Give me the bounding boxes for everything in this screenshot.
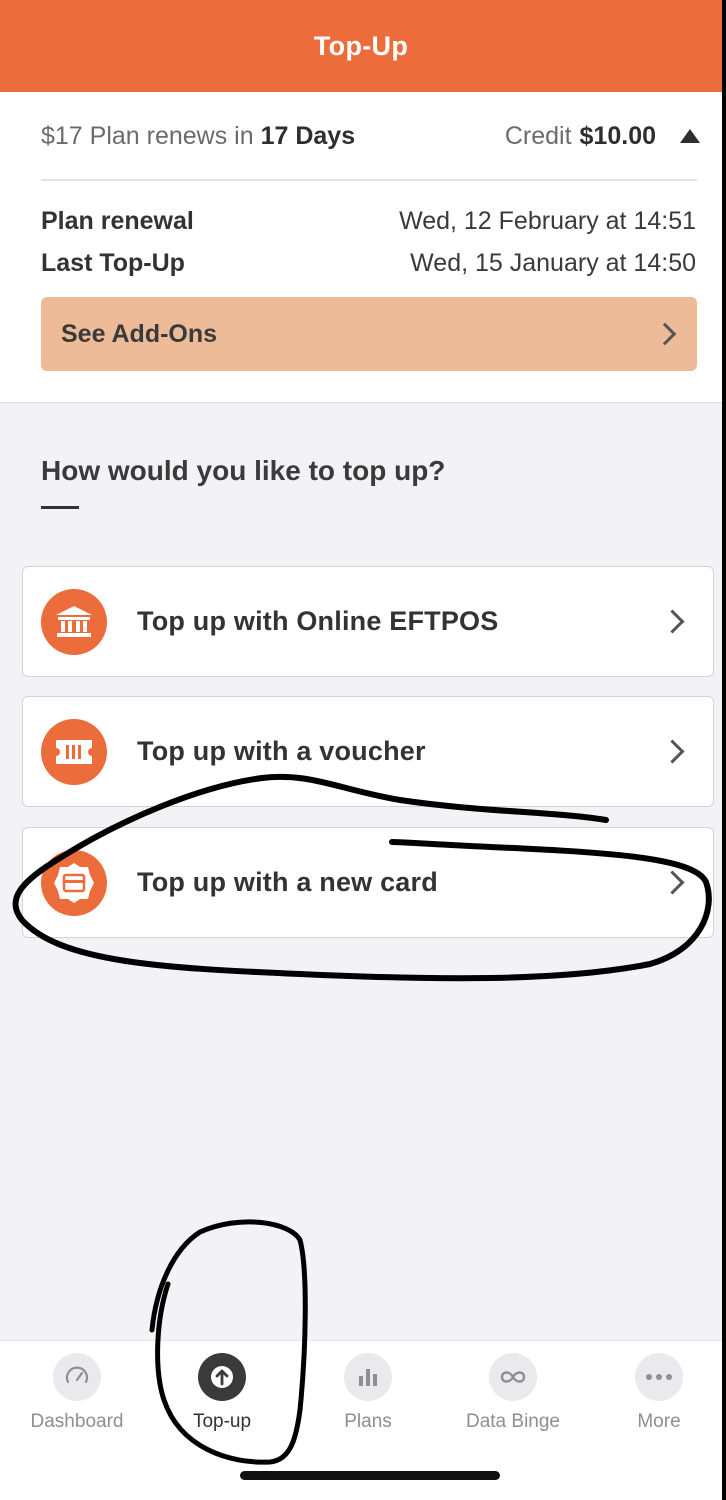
topup-option-eftpos[interactable]: Top up with Online EFTPOS <box>22 566 714 677</box>
topup-option-voucher[interactable]: Top up with a voucher <box>22 696 714 807</box>
last-topup-label: Last Top-Up <box>41 248 185 277</box>
bank-icon <box>41 588 107 655</box>
home-indicator <box>240 1471 500 1480</box>
topup-option-eftpos-label: Top up with Online EFTPOS <box>137 606 499 636</box>
plan-summary-card: $17 Plan renews in 17 Days Credit $10.00… <box>0 92 722 403</box>
voucher-icon <box>41 718 107 785</box>
last-topup-value: Wed, 15 January at 14:50 <box>410 248 696 277</box>
credit-label: Credit <box>504 121 572 150</box>
collapse-caret-icon[interactable] <box>680 129 700 143</box>
credit-display[interactable]: Credit $10.00 <box>505 122 700 151</box>
chevron-right-icon <box>660 609 685 634</box>
topup-option-voucher-label: Top up with a voucher <box>137 736 426 766</box>
see-addons-button[interactable]: See Add-Ons <box>41 297 697 371</box>
see-addons-label: See Add-Ons <box>61 319 218 348</box>
last-topup-row: Last Top-Up Wed, 15 January at 14:50 <box>41 246 696 280</box>
chevron-right-icon <box>660 739 685 764</box>
chevron-right-icon <box>653 322 677 346</box>
card-icon <box>41 849 107 916</box>
tab-dashboard-label: Dashboard <box>30 1411 124 1432</box>
tab-data-binge-label: Data Binge <box>465 1411 560 1432</box>
plan-renewal-value: Wed, 12 February at 14:51 <box>399 206 696 235</box>
tab-top-up[interactable]: Top-up <box>157 1353 287 1433</box>
tab-data-binge[interactable]: Data Binge <box>448 1353 578 1433</box>
infinity-icon <box>489 1353 537 1401</box>
plan-renews-prefix: $17 Plan renews in <box>41 121 254 150</box>
speedometer-icon <box>53 1353 101 1401</box>
summary-divider <box>41 179 697 181</box>
heading-underline <box>41 506 79 509</box>
screen: Top-Up $17 Plan renews in 17 Days Credit… <box>0 0 722 1500</box>
tab-plans[interactable]: Plans <box>303 1353 433 1433</box>
plan-renews-days: 17 Days <box>260 121 356 150</box>
arrow-up-circle-icon <box>198 1353 246 1401</box>
plan-renewal-row: Plan renewal Wed, 12 February at 14:51 <box>41 204 696 238</box>
more-dots-icon <box>635 1353 683 1401</box>
chevron-right-icon <box>660 870 685 895</box>
page-title: Top-Up <box>313 30 409 61</box>
topup-question-heading: How would you like to top up? <box>41 455 446 486</box>
credit-value: $10.00 <box>579 121 656 150</box>
plan-renews-text: $17 Plan renews in 17 Days <box>41 122 355 151</box>
bottom-tab-bar: Dashboard Top-up Plans Data Binge More <box>0 1340 722 1500</box>
topup-option-new-card-label: Top up with a new card <box>137 867 438 897</box>
bar-chart-icon <box>344 1353 392 1401</box>
tab-more[interactable]: More <box>594 1353 722 1433</box>
plan-renewal-label: Plan renewal <box>41 206 194 235</box>
tab-more-label: More <box>637 1411 681 1432</box>
topup-option-new-card[interactable]: Top up with a new card <box>22 827 714 938</box>
tab-top-up-label: Top-up <box>192 1411 252 1432</box>
app-header: Top-Up <box>0 0 722 92</box>
tab-plans-label: Plans <box>344 1411 392 1432</box>
plan-status-row[interactable]: $17 Plan renews in 17 Days Credit $10.00 <box>41 119 700 153</box>
tab-dashboard[interactable]: Dashboard <box>12 1353 142 1433</box>
